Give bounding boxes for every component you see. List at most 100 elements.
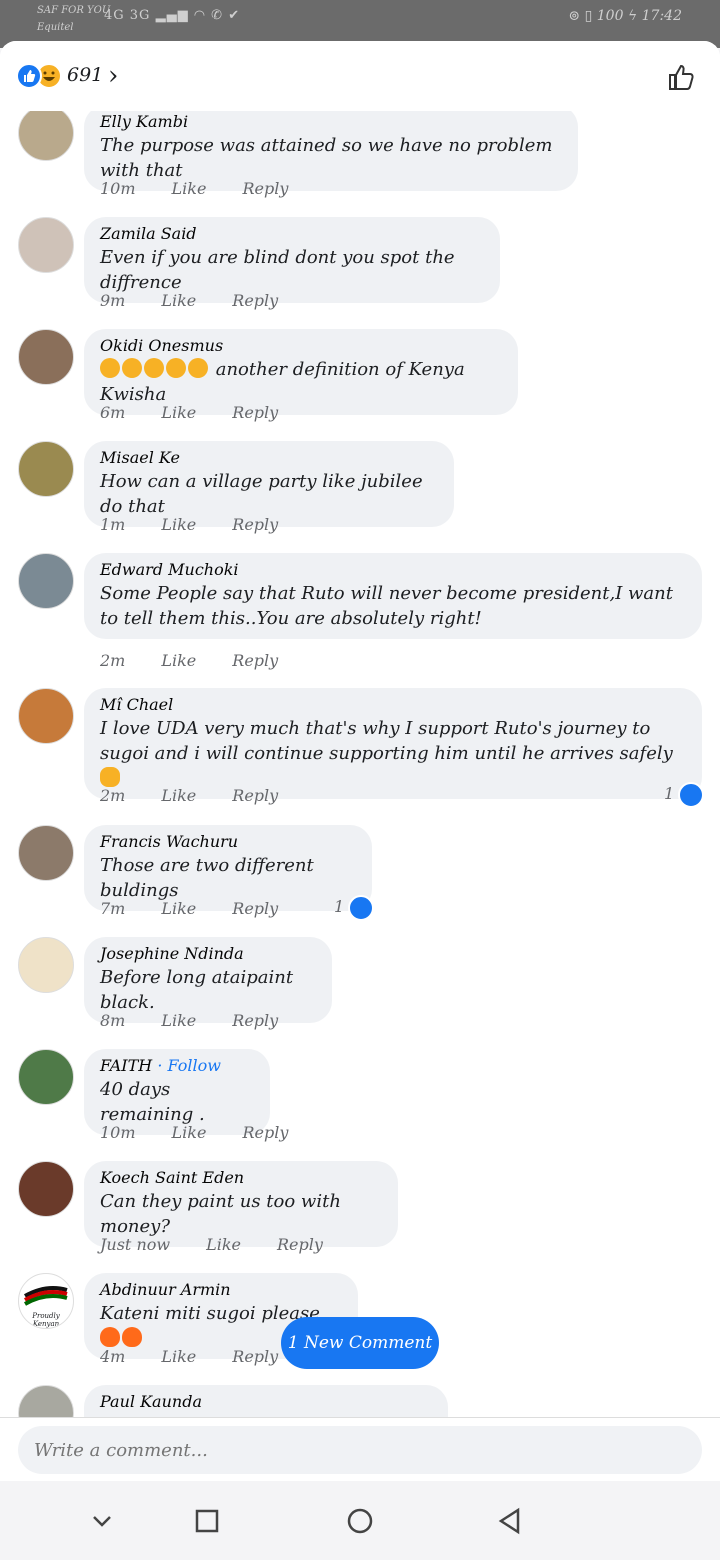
carrier-sub: Equitel xyxy=(37,22,74,33)
comment-author[interactable]: Elly Kambi xyxy=(100,111,562,133)
comment-time: Just now xyxy=(100,1235,171,1254)
comment-meta: 7m Like Reply xyxy=(100,899,314,918)
comment-author[interactable]: Okidi Onesmus xyxy=(100,335,502,357)
like-link[interactable]: Like xyxy=(206,1235,241,1254)
clock: 17:42 xyxy=(641,8,682,24)
fire-emoji-icon xyxy=(100,1327,120,1347)
comment-bubble[interactable]: Edward Muchoki Some People say that Ruto… xyxy=(84,553,702,639)
reply-link[interactable]: Reply xyxy=(232,403,278,422)
comment-input[interactable] xyxy=(18,1426,702,1474)
like-link[interactable]: Like xyxy=(161,786,196,805)
new-comment-button[interactable]: 1 New Comment xyxy=(281,1317,439,1369)
comment-author[interactable]: FAITH xyxy=(100,1056,152,1075)
like-link[interactable]: Like xyxy=(161,291,196,310)
like-count[interactable]: 1 xyxy=(664,784,674,803)
comment-text: Can they paint us too with money? xyxy=(100,1191,341,1237)
like-link[interactable]: Like xyxy=(161,899,196,918)
carrier-name: SAF FOR YOU xyxy=(37,5,111,16)
avatar[interactable] xyxy=(18,441,74,497)
reply-link[interactable]: Reply xyxy=(232,651,278,670)
laughing-emoji-icon xyxy=(122,358,142,378)
avatar[interactable] xyxy=(18,937,74,993)
comment-author[interactable]: Francis Wachuru xyxy=(100,831,356,853)
reply-link[interactable]: Reply xyxy=(232,291,278,310)
comment-bubble[interactable]: Paul Kaunda xyxy=(84,1385,448,1417)
like-link[interactable]: Like xyxy=(161,651,196,670)
avatar[interactable] xyxy=(18,329,74,385)
reply-link[interactable]: Reply xyxy=(232,1011,278,1030)
comment-text-line: another definition of Kenya Kwisha xyxy=(100,357,502,407)
avatar[interactable] xyxy=(18,1161,74,1217)
comment-author[interactable]: Koech Saint Eden xyxy=(100,1167,382,1189)
avatar[interactable] xyxy=(18,825,74,881)
back-triangle-icon[interactable] xyxy=(492,1503,528,1539)
ok-hand-emoji-icon xyxy=(100,767,120,787)
reply-link[interactable]: Reply xyxy=(242,179,288,198)
comment-author[interactable]: Paul Kaunda xyxy=(100,1391,432,1413)
comment-time: 7m xyxy=(100,899,126,918)
avatar[interactable] xyxy=(18,1385,74,1417)
comment-text: Some People say that Ruto will never bec… xyxy=(100,583,673,629)
avatar[interactable] xyxy=(18,217,74,273)
comment-text: Those are two different buldings xyxy=(100,855,314,901)
chevron-right-icon[interactable]: › xyxy=(108,61,118,91)
like-link[interactable]: Like xyxy=(161,515,196,534)
comment-meta: 10m Like Reply xyxy=(100,179,324,198)
like-icon[interactable] xyxy=(348,895,374,921)
comment-text: Kateni miti sugoi please xyxy=(100,1303,320,1324)
reply-link[interactable]: Reply xyxy=(232,515,278,534)
reaction-count[interactable]: 691 xyxy=(67,64,103,86)
like-link[interactable]: Like xyxy=(172,179,207,198)
reply-link[interactable]: Reply xyxy=(242,1123,288,1142)
comment-meta: 1m Like Reply xyxy=(100,515,314,534)
comment-author[interactable]: Abdinuur Armin xyxy=(100,1279,342,1301)
reply-link[interactable]: Reply xyxy=(277,1235,323,1254)
like-link[interactable]: Like xyxy=(161,1011,196,1030)
like-icon[interactable] xyxy=(16,63,42,89)
like-icon[interactable] xyxy=(678,782,704,808)
comment-meta: 2m Like Reply xyxy=(100,786,314,805)
comment-bubble[interactable]: Mî Chael I love UDA very much that's why… xyxy=(84,688,702,799)
status-right: ⊚ ▯ 100 ϟ 17:42 xyxy=(568,8,682,24)
like-link[interactable]: Like xyxy=(161,1347,196,1366)
reply-link[interactable]: Reply xyxy=(232,786,278,805)
comment-meta: 6m Like Reply xyxy=(100,403,314,422)
comment-meta: 2m Like Reply xyxy=(100,651,314,670)
comment-time: 10m xyxy=(100,1123,136,1142)
comment-composer xyxy=(0,1417,720,1482)
back-chevron-icon[interactable] xyxy=(84,1503,120,1539)
avatar[interactable] xyxy=(18,553,74,609)
home-circle-icon[interactable] xyxy=(342,1503,378,1539)
comment-author[interactable]: Josephine Ndinda xyxy=(100,943,316,965)
comment-time: 8m xyxy=(100,1011,126,1030)
avatar[interactable] xyxy=(18,105,74,161)
comment-author[interactable]: Mî Chael xyxy=(100,694,686,716)
sheet-header: 691 › xyxy=(0,41,720,111)
laughing-emoji-icon xyxy=(100,358,120,378)
comment-author[interactable]: Edward Muchoki xyxy=(100,559,686,581)
reply-link[interactable]: Reply xyxy=(232,899,278,918)
comment-meta: 9m Like Reply xyxy=(100,291,314,310)
comment-text: The purpose was attained so we have no p… xyxy=(100,135,553,181)
comment-time: 1m xyxy=(100,515,126,534)
signal-text: 4G 3G xyxy=(104,8,151,23)
like-link[interactable]: Like xyxy=(172,1123,207,1142)
avatar[interactable] xyxy=(18,1049,74,1105)
thumbs-up-icon[interactable] xyxy=(666,61,698,93)
signal-icons: 4G 3G ▂▄▆ ◠ ✆ ✔ xyxy=(104,8,241,23)
like-count[interactable]: 1 xyxy=(334,897,344,916)
comment-meta: Just now Like Reply xyxy=(100,1235,359,1254)
comment-author[interactable]: Zamila Said xyxy=(100,223,484,245)
comment-author[interactable]: Misael Ke xyxy=(100,447,438,469)
comment-text: Even if you are blind dont you spot the … xyxy=(100,247,455,293)
avatar-caption: Proudly Kenyan xyxy=(32,1312,60,1328)
comment-time: 2m xyxy=(100,786,126,805)
avatar[interactable]: Proudly Kenyan xyxy=(18,1273,74,1329)
like-link[interactable]: Like xyxy=(161,403,196,422)
recents-square-icon[interactable] xyxy=(189,1503,225,1539)
avatar[interactable] xyxy=(18,688,74,744)
comment-meta: 10m Like Reply xyxy=(100,1123,324,1142)
system-nav-bar xyxy=(0,1481,720,1560)
follow-link[interactable]: · Follow xyxy=(157,1056,221,1075)
reply-link[interactable]: Reply xyxy=(232,1347,278,1366)
